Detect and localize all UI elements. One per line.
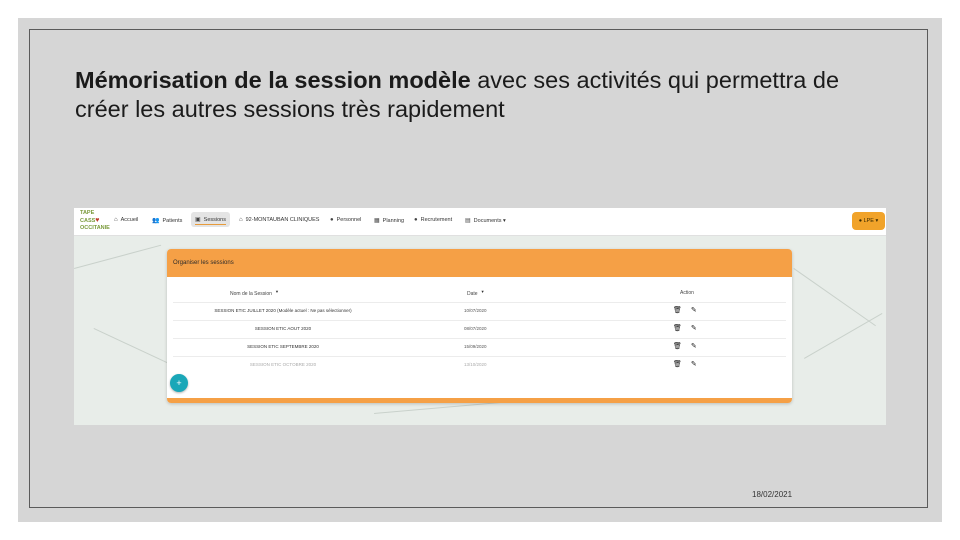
person-add-icon: ● <box>414 217 418 223</box>
sessions-card: Organiser les sessions Nom de la Session… <box>167 249 792 403</box>
row-actions: 🗑 ✎ <box>673 324 706 332</box>
nav-sessions[interactable]: ▣ Sessions <box>191 212 230 227</box>
card-header: Organiser les sessions <box>167 249 792 277</box>
calendar-icon: ▦ <box>374 218 380 224</box>
top-navbar: TAPE CASS♥ OCCITANIE ⌂ Accueil 👥 Patients … <box>74 208 886 236</box>
pencil-icon[interactable]: ✎ <box>691 306 697 314</box>
session-date: 10/07/2020 <box>464 308 487 313</box>
nav-label: Accueil <box>120 217 139 223</box>
sort-icon[interactable]: ▼ <box>481 289 485 294</box>
session-name: SESSION ETIC JUILLET 2020 (Modèle actuel… <box>214 308 352 313</box>
table-row: SESSION ETIC JUILLET 2020 (Modèle actuel… <box>173 302 786 320</box>
nav-documents[interactable]: ▤ Documents ▾ <box>465 217 506 224</box>
sort-icon[interactable]: ▼ <box>275 289 279 294</box>
pencil-icon[interactable]: ✎ <box>691 342 697 350</box>
logo-line: TAPE <box>80 210 95 216</box>
session-date: 13/10/2020 <box>464 362 487 367</box>
column-header-date[interactable]: Date ▼ <box>467 289 485 297</box>
slide-title-bold: Mémorisation de la session modèle <box>75 67 471 93</box>
slide-date: 18/02/2021 <box>752 490 793 499</box>
briefcase-icon: ▣ <box>195 217 201 223</box>
card-footer <box>167 398 792 403</box>
background-line <box>793 268 876 327</box>
heart-icon: ♥ <box>95 217 100 224</box>
nav-recrutement[interactable]: ● Recrutement <box>414 217 452 223</box>
column-label: Nom de la Session <box>230 291 272 297</box>
active-underline <box>195 224 226 225</box>
trash-icon[interactable]: 🗑 <box>673 342 682 350</box>
session-name: SESSION ETIC SEPTEMBRE 2020 <box>247 344 319 349</box>
background-line <box>804 313 883 359</box>
chevron-down-icon: ▾ <box>501 218 506 224</box>
logo-line: OCCITANIE <box>80 225 110 231</box>
add-session-button[interactable]: + <box>170 374 188 392</box>
trash-icon[interactable]: 🗑 <box>673 306 682 314</box>
table-row: SESSION ETIC SEPTEMBRE 2020 15/09/2020 🗑… <box>173 338 786 356</box>
session-name: SESSION ETIC AOUT 2020 <box>254 326 312 331</box>
pencil-icon[interactable]: ✎ <box>691 360 697 368</box>
user-label: LPE <box>863 218 874 224</box>
app-screenshot: TAPE CASS♥ OCCITANIE ⌂ Accueil 👥 Patients … <box>74 208 886 425</box>
nav-label: 92-MONTAUBAN CLINIQUES <box>245 217 320 223</box>
table-row: SESSION ETIC OCTOBRE 2020 13/10/2020 🗑 ✎ <box>173 356 786 374</box>
session-date: 15/09/2020 <box>464 344 487 349</box>
home-icon: ⌂ <box>114 217 118 223</box>
column-label: Date <box>467 291 478 297</box>
column-header-name[interactable]: Nom de la Session ▼ <box>230 289 279 297</box>
row-actions: 🗑 ✎ <box>673 342 706 350</box>
table-row: SESSION ETIC AOUT 2020 08/07/2020 🗑 ✎ <box>173 320 786 338</box>
nav-personnel[interactable]: ● Personnel <box>330 217 361 223</box>
background-line <box>74 244 162 269</box>
users-icon: 👥 <box>152 218 160 224</box>
trash-icon[interactable]: 🗑 <box>673 360 682 368</box>
nav-accueil[interactable]: ⌂ Accueil <box>114 217 138 223</box>
bank-icon: ⌂ <box>239 217 243 223</box>
chevron-down-icon: ▾ <box>875 218 879 224</box>
nav-label: Documents <box>473 218 502 224</box>
session-name: SESSION ETIC OCTOBRE 2020 <box>249 362 317 367</box>
nav-planning[interactable]: ▦ Planning <box>374 217 404 224</box>
user-icon: ● <box>858 218 863 224</box>
user-menu-button[interactable]: ● LPE ▾ <box>852 212 885 230</box>
user-icon: ● <box>330 217 334 223</box>
trash-icon[interactable]: 🗑 <box>673 324 682 332</box>
slide-title: Mémorisation de la session modèle avec s… <box>75 66 855 124</box>
nav-clinique[interactable]: ⌂ 92-MONTAUBAN CLINIQUES <box>239 217 319 223</box>
document-icon: ▤ <box>465 218 471 224</box>
column-header-action: Action <box>680 290 694 296</box>
pencil-icon[interactable]: ✎ <box>691 324 697 332</box>
session-date: 08/07/2020 <box>464 326 487 331</box>
nav-label: Patients <box>162 218 183 224</box>
row-actions: 🗑 ✎ <box>673 360 706 368</box>
app-logo[interactable]: TAPE CASS♥ OCCITANIE <box>80 210 116 233</box>
logo-line: CASS♥ <box>80 217 100 224</box>
nav-label: Personnel <box>336 217 362 223</box>
nav-patients[interactable]: 👥 Patients <box>152 217 182 224</box>
nav-label: Sessions <box>203 217 226 223</box>
card-title: Organiser les sessions <box>173 260 234 266</box>
nav-label: Recrutement <box>420 217 453 223</box>
nav-label: Planning <box>382 218 405 224</box>
row-actions: 🗑 ✎ <box>673 306 706 314</box>
